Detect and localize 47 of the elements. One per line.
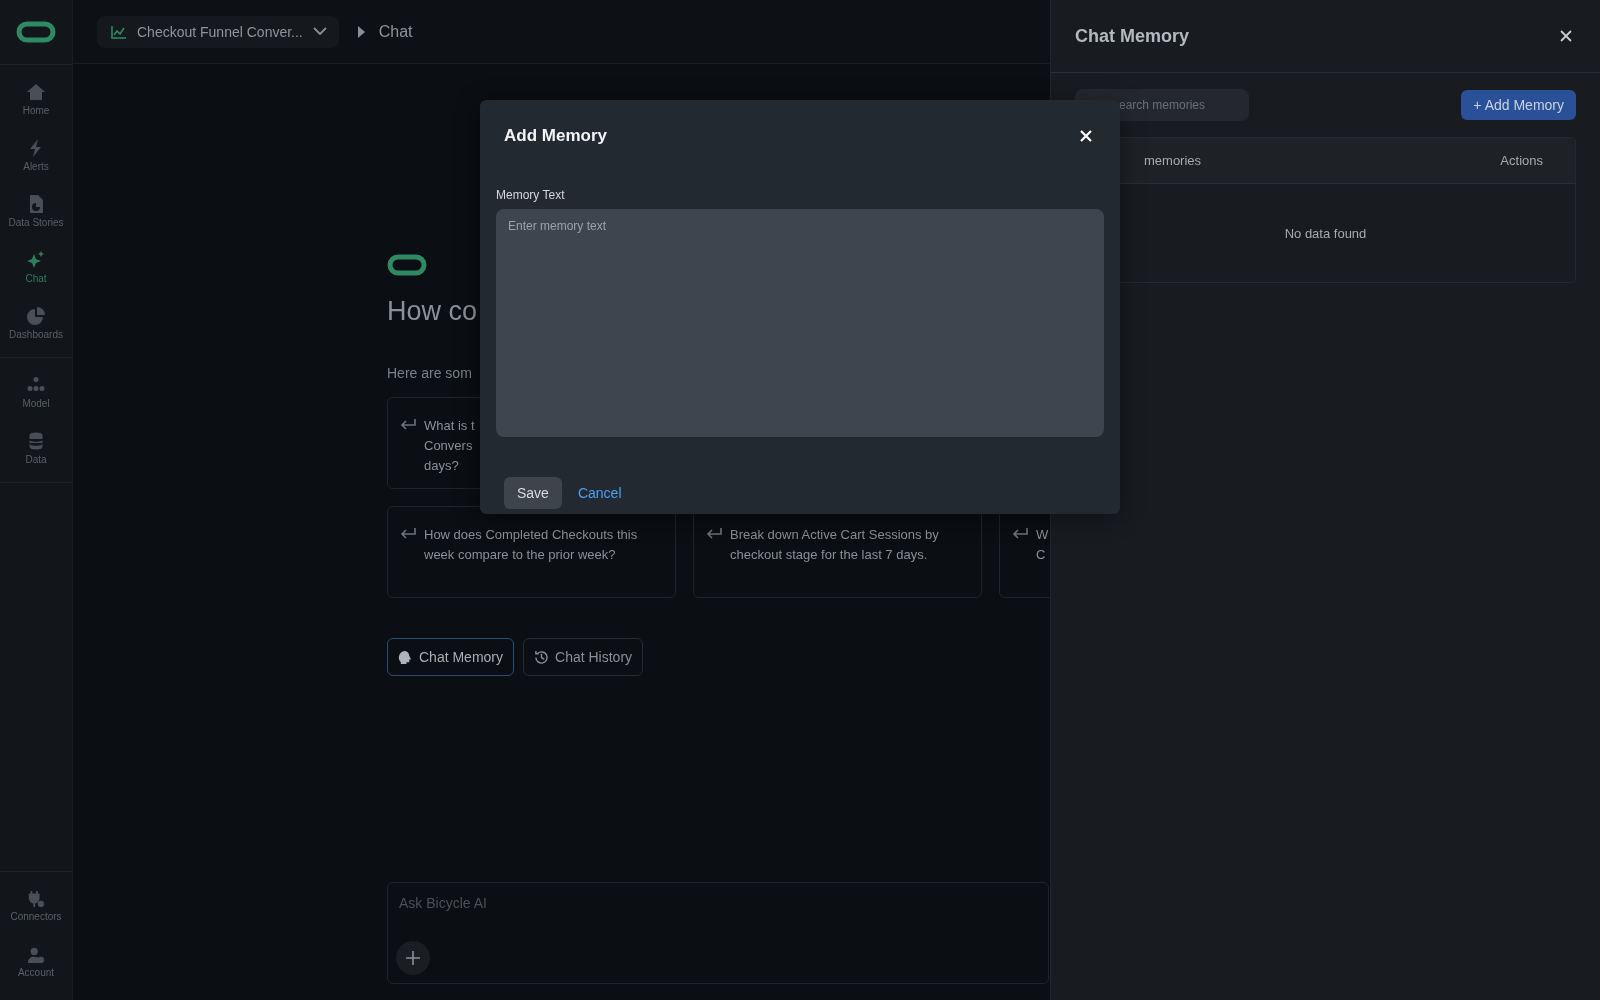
close-icon [1560,30,1572,42]
add-memory-button[interactable]: + Add Memory [1461,90,1576,120]
save-button[interactable]: Save [504,477,562,509]
page-title: Chat [378,22,413,41]
db-icon [26,431,46,451]
nav-item[interactable]: Data Stories [0,183,72,239]
return-arrow-icon [1012,528,1028,540]
dialog-title: Add Memory [504,126,607,146]
plug-icon [27,890,45,908]
history-button[interactable]: Chat History [523,638,644,676]
caret-right-icon [356,25,365,38]
suggestions-intro: Here are som [387,365,472,381]
return-arrow-icon [400,528,416,540]
memory-button[interactable]: Chat Memory [387,638,515,676]
home-icon [26,82,46,102]
heading: How co [387,296,478,327]
empty-message: No data found [1284,225,1367,241]
field-label: Memory Text [496,188,566,202]
message-field[interactable]: Ask Bicycle AI [396,895,1040,911]
nav-item[interactable]: Model [0,364,72,420]
add-button[interactable] [396,941,430,975]
return-arrow-icon [706,528,722,540]
nav-item[interactable]: Chat [0,239,72,295]
nav-item[interactable]: Alerts [0,127,72,183]
head-icon [398,649,413,665]
plus-icon [405,950,421,966]
nav-item[interactable]: Connectors [0,878,72,934]
column-header: memories [1144,153,1202,168]
memory-text-field[interactable]: Enter memory text [496,209,1104,437]
pie-icon [26,306,46,326]
line-chart-icon [111,24,127,39]
sparkle-icon [26,250,46,270]
column-header: Actions [1500,153,1543,168]
nav-item[interactable]: Data [0,420,72,476]
logo-icon [16,21,56,43]
close-icon [1080,130,1092,142]
panel-title: Chat Memory [1075,25,1190,47]
history-icon [534,649,550,665]
nav-item[interactable]: Account [0,934,72,990]
logo-icon [387,254,427,276]
nav-item[interactable]: Home [0,71,72,127]
cancel-link[interactable]: Cancel [577,485,622,501]
user-icon [27,946,45,964]
chevron-down-icon [312,27,327,36]
nav-item[interactable]: Dashboards [0,295,72,351]
dataset-dropdown[interactable]: Checkout Funnel Conver... [97,15,339,48]
return-arrow-icon [400,419,416,431]
